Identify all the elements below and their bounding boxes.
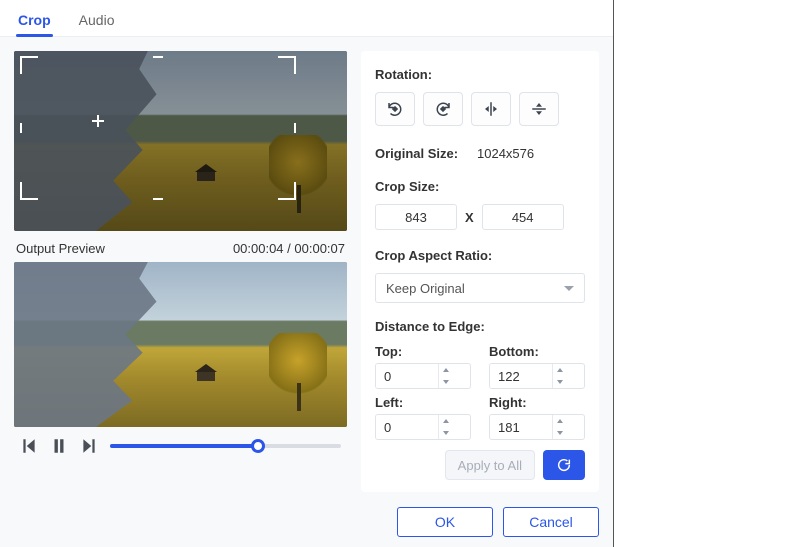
edge-bottom-field[interactable] [490, 364, 552, 388]
size-separator: X [463, 210, 476, 225]
distance-label: Distance to Edge: [375, 319, 585, 334]
rotate-cw-icon [434, 100, 452, 118]
stepper-up-icon[interactable] [553, 415, 566, 427]
edge-top-label: Top: [375, 344, 471, 359]
crop-handle-right[interactable] [294, 123, 296, 133]
ok-button[interactable]: OK [397, 507, 493, 537]
crop-handle-bottom[interactable] [153, 198, 163, 200]
chevron-down-icon [564, 286, 574, 291]
time-display: 00:00:04 / 00:00:07 [233, 241, 345, 256]
edge-left-label: Left: [375, 395, 471, 410]
edge-bottom-label: Bottom: [489, 344, 585, 359]
stepper-down-icon[interactable] [553, 376, 566, 388]
edge-bottom-input[interactable] [489, 363, 585, 389]
apply-to-all-button[interactable]: Apply to All [445, 450, 535, 480]
edge-left-input[interactable] [375, 414, 471, 440]
crop-dialog: Crop Audio [0, 0, 614, 547]
edge-right-input[interactable] [489, 414, 585, 440]
crop-width-input[interactable] [375, 204, 457, 230]
pause-button[interactable] [50, 437, 68, 455]
rotate-ccw-icon [386, 100, 404, 118]
settings-panel: Rotation: Original Size: 1024x576 [361, 51, 599, 492]
tab-crop[interactable]: Crop [16, 8, 53, 36]
tab-audio[interactable]: Audio [77, 8, 117, 36]
stepper-up-icon[interactable] [439, 415, 452, 427]
crop-canvas[interactable] [14, 51, 347, 231]
edge-top-input[interactable] [375, 363, 471, 389]
flip-vertical-icon [530, 100, 548, 118]
original-size-value: 1024x576 [477, 146, 534, 161]
stepper-down-icon[interactable] [439, 376, 452, 388]
aspect-ratio-select[interactable]: Keep Original [375, 273, 585, 303]
crop-height-input[interactable] [482, 204, 564, 230]
edge-right-field[interactable] [490, 415, 552, 439]
playback-controls [14, 427, 347, 455]
aspect-ratio-value: Keep Original [386, 281, 465, 296]
crop-handle-left[interactable] [20, 123, 22, 133]
seek-thumb[interactable] [251, 439, 265, 453]
seek-slider[interactable] [110, 440, 341, 452]
crop-handle-bl[interactable] [20, 182, 38, 200]
crop-handle-tr[interactable] [278, 56, 296, 74]
refresh-icon [556, 457, 572, 473]
flip-horizontal-button[interactable] [471, 92, 511, 126]
cancel-button[interactable]: Cancel [503, 507, 599, 537]
stepper-down-icon[interactable] [553, 427, 566, 439]
output-preview [14, 262, 347, 427]
aspect-ratio-label: Crop Aspect Ratio: [375, 248, 585, 263]
rotate-cw-button[interactable] [423, 92, 463, 126]
crop-handle-tl[interactable] [20, 56, 38, 74]
stepper-up-icon[interactable] [439, 364, 452, 376]
edge-top-field[interactable] [376, 364, 438, 388]
original-size-label: Original Size: [375, 146, 467, 161]
rotation-label: Rotation: [375, 67, 585, 82]
rotate-ccw-button[interactable] [375, 92, 415, 126]
prev-frame-button[interactable] [20, 437, 38, 455]
flip-vertical-button[interactable] [519, 92, 559, 126]
edge-right-label: Right: [489, 395, 585, 410]
reset-button[interactable] [543, 450, 585, 480]
edge-left-field[interactable] [376, 415, 438, 439]
crop-frame[interactable] [19, 55, 297, 201]
stepper-down-icon[interactable] [439, 427, 452, 439]
crop-size-label: Crop Size: [375, 179, 585, 194]
crop-handle-top[interactable] [153, 56, 163, 58]
stepper-up-icon[interactable] [553, 364, 566, 376]
tab-bar: Crop Audio [0, 0, 613, 37]
next-frame-button[interactable] [80, 437, 98, 455]
crop-handle-br[interactable] [278, 182, 296, 200]
flip-horizontal-icon [482, 100, 500, 118]
output-preview-label: Output Preview [16, 241, 105, 256]
crop-center-icon [92, 115, 104, 127]
